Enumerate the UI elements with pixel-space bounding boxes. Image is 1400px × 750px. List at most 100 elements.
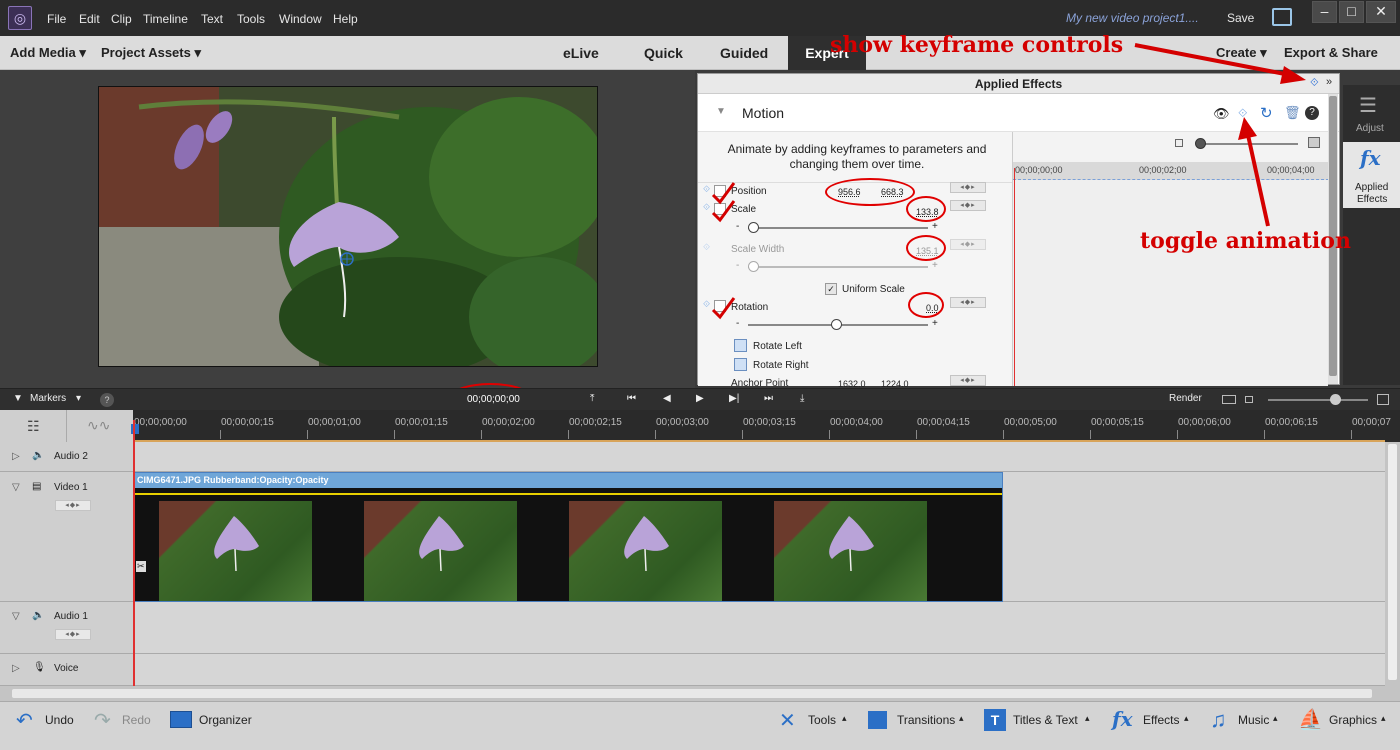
- scissors-icon[interactable]: ✂: [136, 561, 146, 572]
- markers-triangle-icon[interactable]: ▼: [13, 393, 23, 404]
- caret-down-icon[interactable]: ▾: [76, 393, 81, 404]
- caret-up-icon[interactable]: ▴: [1381, 713, 1386, 724]
- video-clip[interactable]: CIMG6471.JPG Rubberband:Opacity:Opacity …: [133, 472, 1003, 602]
- ruler-tick-label: 00;00;03;15: [743, 417, 796, 428]
- graphics-icon[interactable]: ⛵: [1298, 707, 1323, 732]
- ruler-tick-mark: [829, 430, 830, 439]
- next-edit-icon[interactable]: ⏭: [764, 393, 773, 404]
- red-checkmark: [711, 200, 736, 223]
- zoom-in-icon[interactable]: [1377, 394, 1389, 405]
- render-button[interactable]: Render: [1169, 393, 1202, 404]
- flower-thumbnail-image: [829, 516, 874, 572]
- redo-button[interactable]: Redo: [122, 713, 151, 727]
- ruler-tick-mark: [1003, 430, 1004, 439]
- ruler-tick-mark: [1177, 430, 1178, 439]
- flower-thumbnail-image: [419, 516, 464, 572]
- tools-button[interactable]: Tools: [808, 713, 836, 727]
- ruler-tick-label: 00;00;05;00: [1004, 417, 1057, 428]
- timeline-zoom-thumb[interactable]: [1330, 394, 1341, 405]
- timeline-horizontal-scrollbar[interactable]: [0, 686, 1400, 701]
- track-options-button[interactable]: ☷: [0, 410, 67, 442]
- annotation-ellipse: [908, 292, 944, 318]
- track-name-video1: Video 1: [54, 482, 88, 493]
- expand-triangle-icon[interactable]: ▷: [12, 663, 20, 674]
- annotation-ellipse: [906, 235, 946, 261]
- track-header-audio1: ▽ 🔈 Audio 1 ◂◆▸: [0, 602, 133, 654]
- microphone-icon[interactable]: 🎙: [33, 662, 46, 673]
- timeline-horizontal-scroll-thumb[interactable]: [12, 689, 1372, 698]
- titles-text-button[interactable]: Titles & Text: [1013, 713, 1078, 727]
- ruler-tick-label: 00;00;04;00: [830, 417, 883, 428]
- timecode-display[interactable]: 00;00;00;00: [467, 394, 520, 405]
- annotation-arrow: [1134, 43, 1291, 77]
- organizer-button[interactable]: Organizer: [199, 713, 252, 727]
- step-forward-icon[interactable]: ▶|: [729, 393, 739, 404]
- undo-button[interactable]: Undo: [45, 713, 74, 727]
- track-lane-audio1[interactable]: [133, 602, 1385, 654]
- music-button[interactable]: Music: [1238, 713, 1269, 727]
- titles-text-icon[interactable]: T: [984, 709, 1006, 731]
- ruler-tick-mark: [916, 430, 917, 439]
- ruler-tick-mark: [1264, 430, 1265, 439]
- track-lane-audio2[interactable]: [133, 442, 1385, 472]
- effects-icon[interactable]: fx: [1112, 707, 1133, 731]
- keyframe-nav[interactable]: ◂◆▸: [55, 629, 91, 640]
- play-icon[interactable]: ▶: [696, 393, 704, 404]
- ruler-tick-label: 00;00;05;15: [1091, 417, 1144, 428]
- timeline-zoom-track[interactable]: [1268, 399, 1368, 401]
- ruler-tick-label: 00;00;01;15: [395, 417, 448, 428]
- caret-up-icon[interactable]: ▴: [959, 713, 964, 724]
- ruler-tick-label: 00;00;07: [1352, 417, 1391, 428]
- annotation-arrow: [1246, 134, 1270, 227]
- ruler-tick-mark: [1090, 430, 1091, 439]
- clip-thumbnail: [569, 501, 722, 601]
- expand-triangle-icon[interactable]: ▷: [12, 451, 20, 462]
- caret-up-icon[interactable]: ▴: [1273, 713, 1278, 724]
- caret-up-icon[interactable]: ▴: [1085, 713, 1090, 724]
- organizer-icon[interactable]: [170, 711, 192, 728]
- transport-bar: ▼ Markers ▾ ? 00;00;00;00 ⤒ ⏮ ◀ ▶ ▶| ⏭ ⤓…: [0, 388, 1400, 410]
- timeline-vertical-scroll-thumb[interactable]: [1388, 444, 1397, 680]
- transitions-button[interactable]: Transitions: [897, 713, 955, 727]
- timeline-ruler[interactable]: ☷ ∿∿ 00;00;00;00 00;00;00;15 00;00;01;00 00…: [0, 410, 1400, 442]
- track-lane-video1[interactable]: CIMG6471.JPG Rubberband:Opacity:Opacity …: [133, 472, 1385, 602]
- clip-label: CIMG6471.JPG Rubberband:Opacity:Opacity: [137, 475, 329, 485]
- timeline-playhead[interactable]: [133, 420, 135, 686]
- zoom-out-icon[interactable]: [1245, 396, 1253, 403]
- track-header-voice: ▷ 🎙 Voice: [0, 654, 133, 686]
- transitions-icon[interactable]: [868, 711, 887, 729]
- collapse-triangle-icon[interactable]: ▽: [12, 611, 20, 622]
- annotation-arrowhead: [1238, 117, 1257, 140]
- undo-icon[interactable]: ↶: [16, 708, 33, 733]
- step-back-icon[interactable]: ◀: [663, 393, 671, 404]
- music-icon[interactable]: ♫: [1210, 707, 1227, 733]
- fit-icon[interactable]: [1222, 395, 1236, 404]
- timeline-vertical-scrollbar[interactable]: [1385, 442, 1400, 686]
- graphics-button[interactable]: Graphics: [1329, 713, 1377, 727]
- ruler-tick-mark: [742, 430, 743, 439]
- clip-thumbnail: [364, 501, 517, 601]
- ruler-tick-mark: [568, 430, 569, 439]
- caret-up-icon[interactable]: ▴: [1184, 713, 1189, 724]
- film-icon[interactable]: ▤: [32, 481, 41, 492]
- speaker-icon[interactable]: 🔈: [32, 450, 44, 461]
- collapse-triangle-icon[interactable]: ▽: [12, 482, 20, 493]
- opacity-rubberband[interactable]: [134, 493, 1002, 495]
- tools-icon[interactable]: ✕: [779, 708, 796, 733]
- effects-button[interactable]: Effects: [1143, 713, 1179, 727]
- keyframe-nav[interactable]: ◂◆▸: [55, 500, 91, 511]
- markers-menu[interactable]: Markers: [30, 393, 66, 404]
- speaker-icon[interactable]: 🔈: [32, 610, 44, 621]
- redo-icon[interactable]: ↷: [94, 708, 111, 733]
- go-to-end-icon[interactable]: ⤓: [800, 393, 804, 404]
- help-icon[interactable]: ?: [100, 393, 114, 407]
- clip-title-bar: CIMG6471.JPG Rubberband:Opacity:Opacity: [134, 473, 1002, 488]
- go-to-start-icon[interactable]: ⤒: [590, 393, 594, 404]
- annotation-arrowhead: [1280, 66, 1306, 84]
- track-lane-voice[interactable]: [133, 654, 1385, 686]
- previous-edit-icon[interactable]: ⏮: [627, 393, 636, 404]
- audio-waveform-button[interactable]: ∿∿: [67, 410, 133, 442]
- ruler-tick-mark: [1351, 430, 1352, 439]
- ruler-tick-label: 00;00;02;15: [569, 417, 622, 428]
- caret-up-icon[interactable]: ▴: [842, 713, 847, 724]
